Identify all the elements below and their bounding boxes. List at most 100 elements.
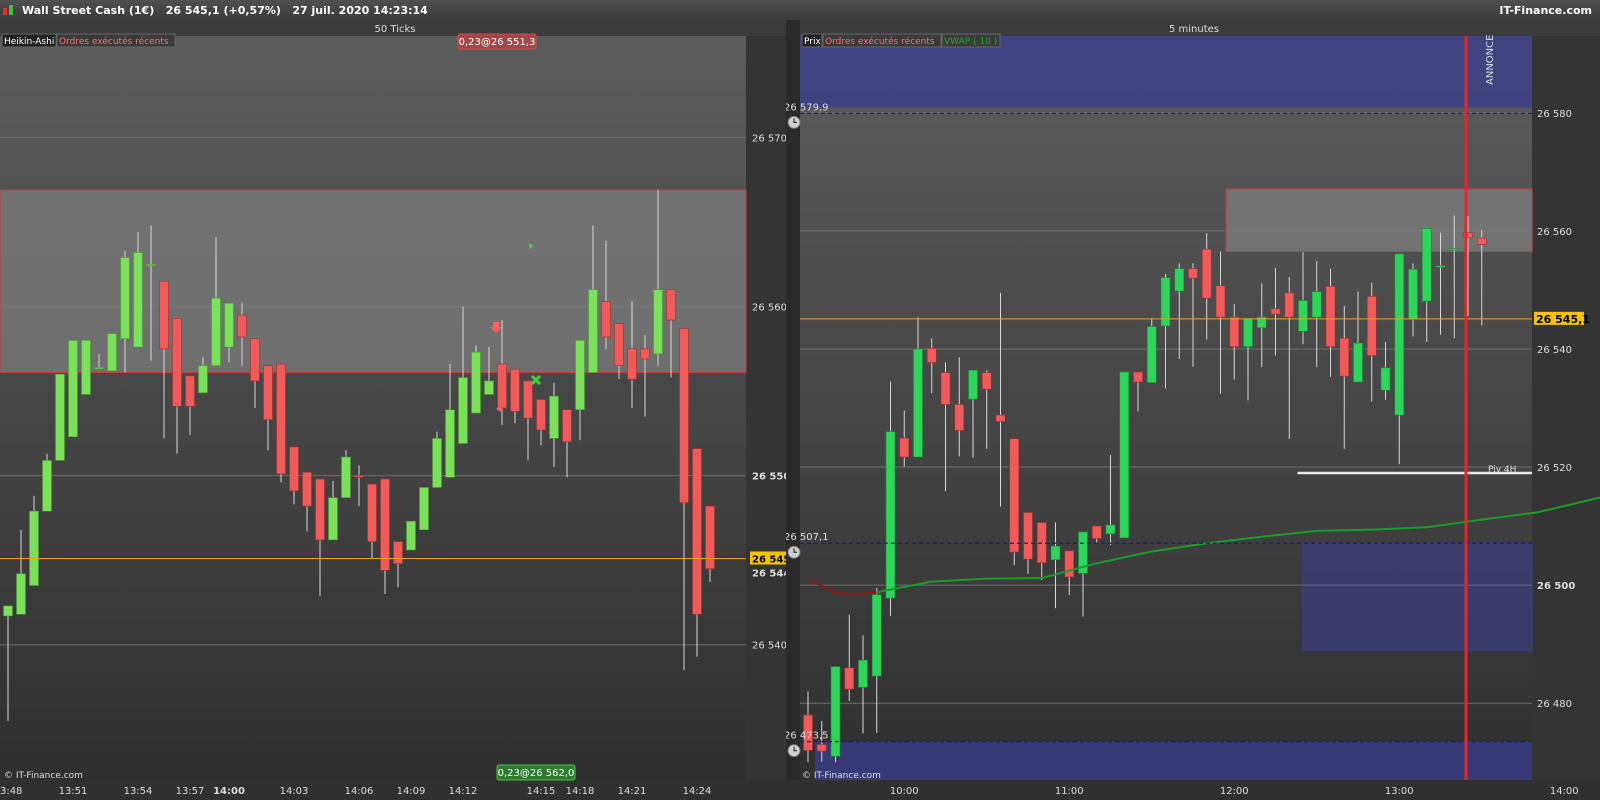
left-candle-body	[263, 365, 273, 421]
left-xtick-label: 14:09	[397, 786, 426, 797]
left-candle-body	[445, 409, 455, 478]
right-candle[interactable]	[830, 666, 841, 763]
right-candle-body	[1311, 291, 1322, 318]
left-candle[interactable]	[107, 333, 117, 372]
right-candle-body	[1339, 338, 1350, 377]
right-xtick-label: 10:00	[890, 786, 919, 797]
right-candle[interactable]	[1009, 438, 1020, 566]
right-annonce-label: ANNONCE	[1485, 35, 1496, 85]
left-tag-heikin-label: Heikin-Ashi	[4, 37, 54, 47]
right-tag-orders[interactable]: Ordres exécutés récents	[822, 33, 942, 48]
left-candle-body	[536, 399, 546, 431]
left-chart-title: 50 Ticks	[375, 24, 416, 35]
left-candle[interactable]	[406, 520, 416, 551]
window-brand: IT-Finance.com	[1499, 4, 1592, 17]
right-chart-panel[interactable]: 5 minutes Piv 4H 26 579,9 26 507,1 26 473,5…	[786, 20, 1600, 800]
right-level-top-label: 26 579,9	[786, 102, 829, 113]
alert-clock-icon[interactable]	[787, 744, 801, 758]
right-candle[interactable]	[1119, 371, 1130, 539]
right-tag-orders-label: Ordres exécutés récents	[825, 36, 935, 47]
right-plot-background[interactable]	[800, 36, 1532, 780]
left-candle[interactable]	[55, 373, 65, 461]
left-candle-body	[198, 365, 208, 394]
left-candle-body	[575, 340, 585, 410]
left-candle[interactable]	[81, 340, 91, 395]
left-candle-body	[315, 478, 325, 541]
left-candle-body	[653, 289, 663, 355]
right-tag-prix[interactable]: Prix	[801, 33, 823, 48]
left-candle-body	[107, 333, 117, 372]
left-candle-body	[471, 351, 481, 414]
left-candle-body	[380, 478, 390, 571]
left-order-bottom-badge[interactable]: 0,23@26 562,0	[496, 764, 576, 781]
left-order-top-label: 0,23@26 551,3	[459, 37, 536, 48]
right-divider	[786, 20, 800, 800]
left-candle-body	[224, 302, 234, 348]
right-candle-body	[816, 744, 827, 752]
right-pivot-label: Piv 4H	[1488, 465, 1516, 475]
right-candle-body	[1298, 300, 1308, 332]
right-ytick-label: 26 500	[1537, 581, 1575, 592]
left-candle-body	[679, 328, 689, 503]
left-order-bottom-label: 0,23@26 562,0	[498, 768, 575, 779]
left-candle-body	[146, 263, 156, 267]
left-plot-background[interactable]	[0, 36, 746, 780]
right-candle-body	[1064, 550, 1075, 578]
left-watermark: © IT-Finance.com	[4, 771, 83, 781]
left-candle-body	[406, 520, 416, 551]
left-candle-body	[42, 460, 52, 512]
right-ytick-label: 26 560	[1537, 227, 1572, 238]
right-candle-body	[858, 659, 868, 688]
left-xtick-label: 13:57	[176, 786, 205, 797]
left-candle-body	[393, 541, 403, 564]
right-blue-zone-mid[interactable]	[1302, 542, 1533, 651]
left-candle-body	[211, 297, 221, 367]
left-candle-body	[588, 289, 598, 373]
left-axis-background	[746, 36, 786, 780]
left-price-label: 26 545,1	[750, 551, 786, 565]
left-candle-body	[614, 323, 624, 367]
left-xtick-label: 14:12	[449, 786, 478, 797]
left-xtick-label: 14:15	[527, 786, 556, 797]
left-tag-orders[interactable]: Ordres exécutés récents	[56, 33, 176, 48]
right-xtick-label: 13:00	[1385, 786, 1414, 797]
right-candle-body	[871, 594, 882, 677]
left-xtick-label: 14:18	[566, 786, 595, 797]
right-candle-body	[968, 369, 978, 400]
right-watermark: © IT-Finance.com	[802, 771, 881, 781]
left-xtick-label: 14:21	[618, 786, 647, 797]
right-price-label: 26 545,1	[1534, 311, 1590, 326]
right-candle-body	[1105, 524, 1116, 535]
alert-clock-icon[interactable]	[787, 115, 801, 129]
left-xtick-label: 14:24	[683, 786, 712, 797]
left-xaxis-background	[0, 780, 786, 800]
left-order-top-badge[interactable]: 0,23@26 551,3	[457, 33, 537, 50]
right-candle-body	[1394, 253, 1405, 416]
left-candle[interactable]	[68, 340, 78, 438]
right-level-bot-label: 26 473,5	[786, 731, 829, 742]
left-candle[interactable]	[419, 487, 429, 531]
left-tag-heikin[interactable]: Heikin-Ashi	[1, 33, 57, 48]
left-candle-body	[55, 373, 65, 461]
left-candle[interactable]	[42, 453, 52, 512]
window-titlebar: Wall Street Cash (1€) 26 545,1 (+0,57%) …	[0, 0, 1600, 21]
left-candle[interactable]	[432, 431, 442, 488]
right-candle-body	[1188, 268, 1198, 279]
left-candle-body	[16, 573, 26, 615]
left-candle-body	[367, 483, 377, 542]
right-candle-body	[899, 437, 910, 458]
right-candle[interactable]	[1146, 318, 1157, 383]
right-candle-body	[954, 404, 965, 431]
right-tag-vwap[interactable]: VWAP ( 10 )	[941, 33, 1001, 48]
left-candle[interactable]	[471, 345, 481, 414]
left-candle[interactable]	[276, 363, 286, 483]
left-candle[interactable]	[341, 450, 351, 498]
right-candle-body	[844, 667, 855, 690]
left-candle-body	[549, 395, 559, 439]
alert-clock-icon[interactable]	[787, 545, 801, 559]
left-candle-body	[640, 348, 650, 360]
left-chart-panel[interactable]: 50 Ticks 26 570 26 560 26 550 26 540 26 545,…	[0, 20, 786, 800]
right-candle-body	[885, 431, 896, 599]
right-blue-zone-bottom[interactable]	[814, 741, 1532, 780]
left-xtick-label: 13:51	[59, 786, 88, 797]
